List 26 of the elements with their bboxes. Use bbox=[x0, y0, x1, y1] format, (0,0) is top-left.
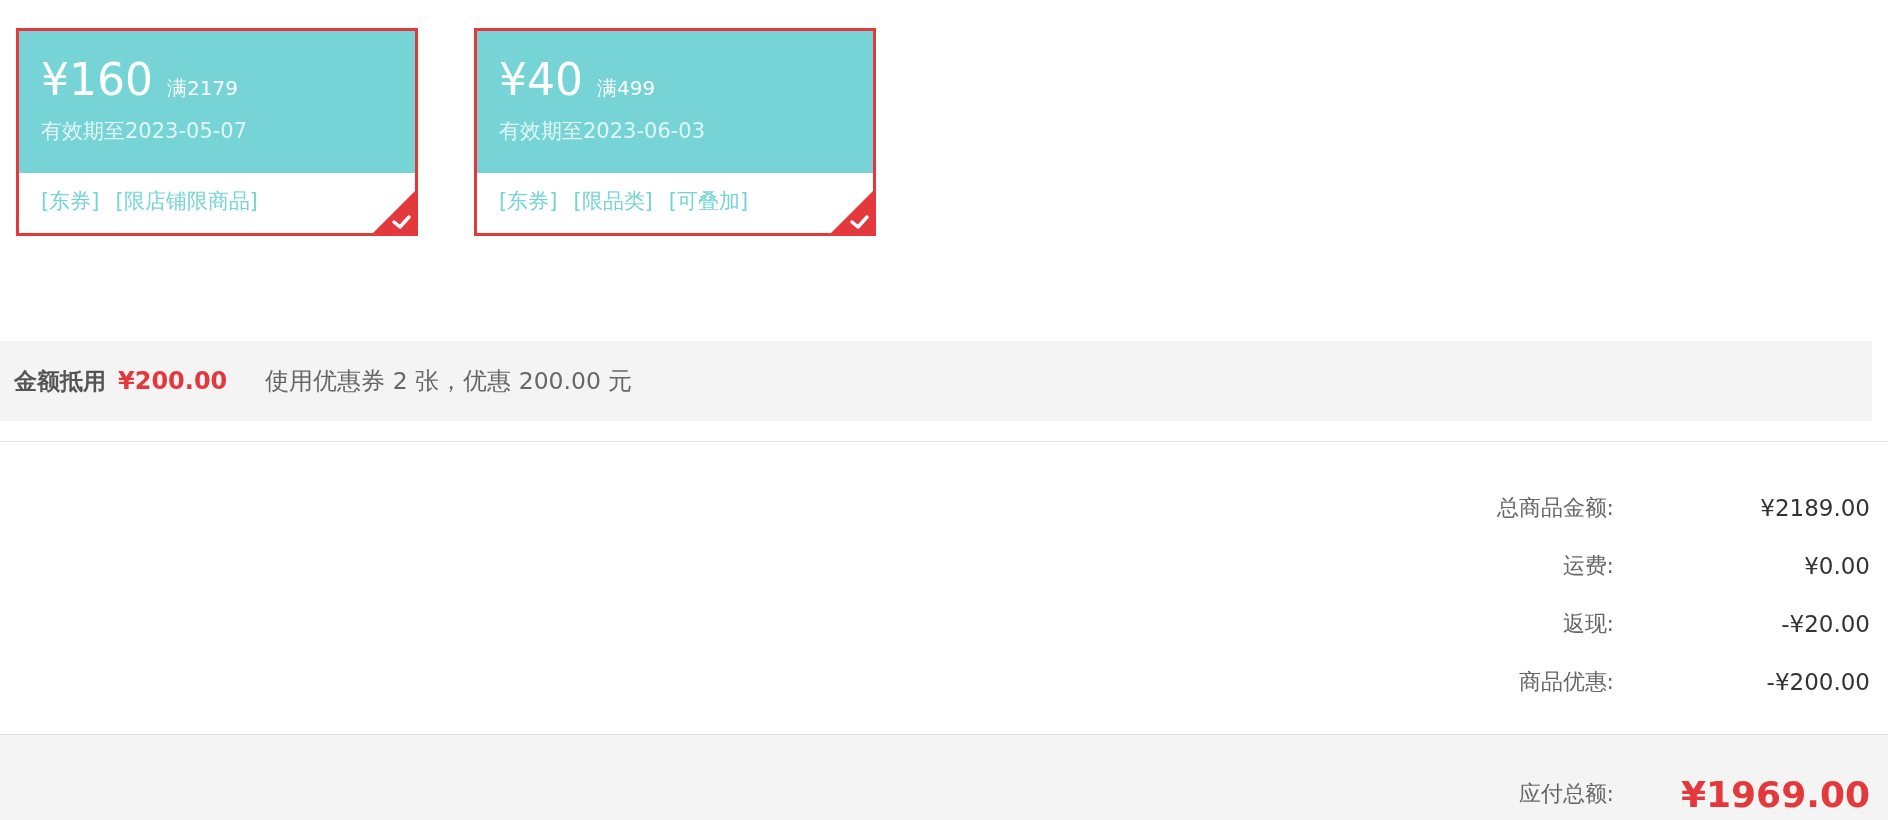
total-value: -¥200.00 bbox=[1765, 669, 1870, 695]
coupon-amount: ¥40 bbox=[499, 53, 583, 107]
coupon-tag: [东券] bbox=[499, 187, 558, 215]
deduction-label: 金额抵用 bbox=[14, 366, 106, 396]
coupon-condition: 满499 bbox=[597, 75, 656, 102]
coupon-card[interactable]: ¥160 满2179 有效期至2023-05-07 [东券] [限店铺限商品] bbox=[16, 28, 418, 236]
total-label: 总商品金额: bbox=[1496, 494, 1614, 522]
coupon-tag: [限品类] bbox=[573, 187, 653, 215]
payable-label: 应付总额: bbox=[1518, 780, 1614, 808]
total-value: ¥2189.00 bbox=[1759, 495, 1870, 521]
coupon-card[interactable]: ¥40 满499 有效期至2023-06-03 [东券] [限品类] [可叠加] bbox=[474, 28, 876, 236]
coupon-amount: ¥160 bbox=[41, 53, 153, 107]
total-value: -¥20.00 bbox=[1780, 611, 1870, 637]
coupon-tag: [可叠加] bbox=[668, 187, 749, 215]
payable-amount: ¥1969.00 bbox=[1679, 773, 1870, 815]
coupon-validity: 有效期至2023-05-07 bbox=[41, 118, 249, 145]
coupon-condition: 满2179 bbox=[167, 75, 238, 102]
total-label: 返现: bbox=[1562, 610, 1614, 638]
coupon-tag: [东券] bbox=[41, 187, 100, 215]
deduction-amount: ¥200.00 bbox=[118, 367, 228, 395]
deduction-summary: 使用优惠券 2 张，优惠 200.00 元 bbox=[265, 366, 633, 397]
total-value: ¥0.00 bbox=[1803, 553, 1870, 579]
total-label: 商品优惠: bbox=[1518, 668, 1614, 696]
coupon-validity: 有效期至2023-06-03 bbox=[499, 118, 707, 145]
total-label: 运费: bbox=[1562, 552, 1614, 580]
coupon-tag: [限店铺限商品] bbox=[115, 187, 258, 215]
